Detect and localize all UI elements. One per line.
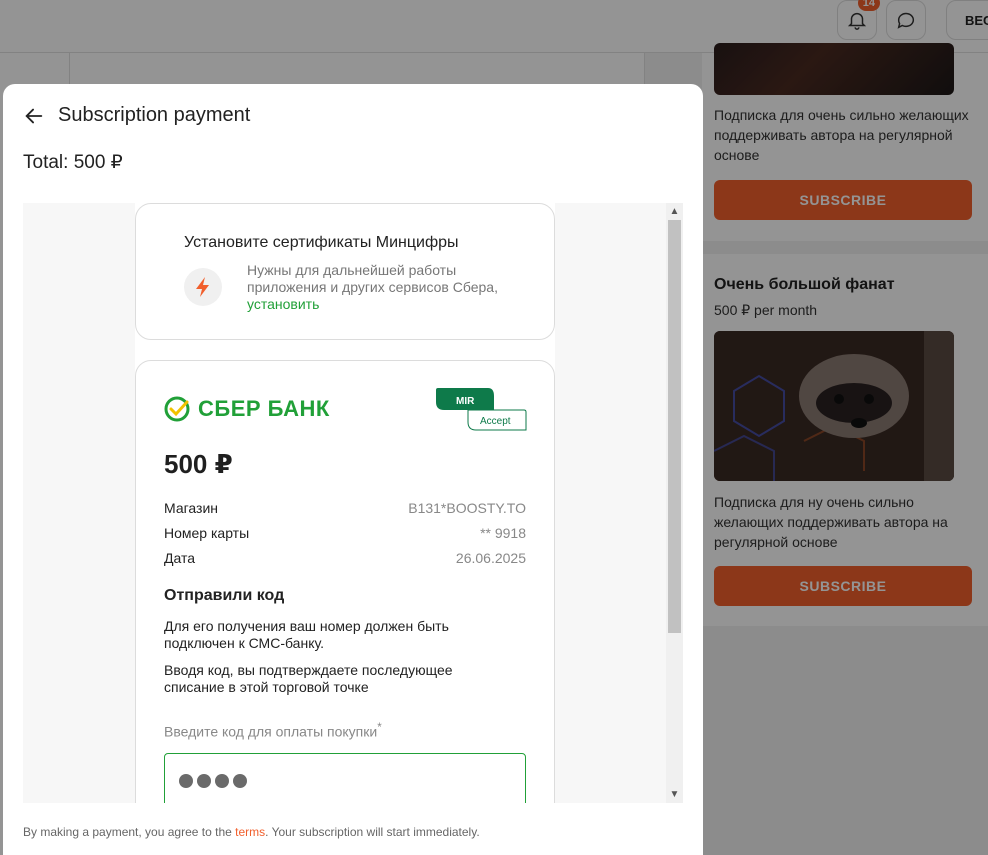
info-value: ** 9918 [480, 525, 526, 541]
code-info-text: Для его получения ваш номер должен быть … [164, 618, 449, 651]
code-dot [197, 774, 211, 788]
required-mark: * [377, 721, 382, 734]
subscription-payment-modal: Subscription payment Total: 500 ₽ Устано… [3, 84, 703, 855]
code-dot [179, 774, 193, 788]
info-label: Магазин [164, 500, 219, 516]
payment-card: СБЕР БАНК MIR Accept 500 ₽ Магазин B131*… [135, 360, 555, 803]
info-row-card: Номер карты ** 9918 [164, 525, 526, 541]
mir-text: MIR [456, 396, 475, 407]
info-row-date: Дата 26.06.2025 [164, 550, 526, 566]
info-value: 26.06.2025 [455, 550, 526, 566]
code-input-label-text: Введите код для оплаты покупки [164, 723, 378, 740]
info-row-store: Магазин B131*BOOSTY.TO [164, 500, 526, 516]
iframe-scrollbar[interactable]: ▲ ▼ [666, 203, 683, 803]
modal-header: Subscription payment [23, 104, 250, 127]
code-confirm-text: Вводя код, вы подтверждаете последующее … [164, 662, 453, 695]
terms-link[interactable]: terms [235, 825, 265, 839]
sber-logo: СБЕР БАНК [164, 396, 330, 422]
payment-amount: 500 ₽ [164, 449, 233, 479]
modal-title: Subscription payment [58, 104, 251, 126]
sms-code-input[interactable]: •••• [164, 753, 526, 803]
certificate-text-body: Нужны для дальнейшей работы приложения и… [247, 262, 498, 295]
payment-terms-note: By making a payment, you agree to the te… [23, 825, 480, 839]
sber-logo-text: СБЕР БАНК [198, 396, 330, 421]
code-input-label: Введите код для оплаты покупки* [164, 721, 382, 740]
sber-check-logo-icon [164, 396, 190, 422]
code-sent-title: Отправили код [164, 587, 285, 604]
total-amount: Total: 500 ₽ [23, 152, 123, 173]
code-dot [215, 774, 229, 788]
scroll-up-icon[interactable]: ▲ [666, 203, 683, 220]
info-value: B131*BOOSTY.TO [408, 500, 526, 516]
sber-payment-page: Установите сертификаты Минцифры Нужны дл… [135, 203, 555, 803]
payment-iframe[interactable]: Установите сертификаты Минцифры Нужны дл… [23, 203, 683, 803]
accept-text: Accept [480, 416, 511, 427]
terms-suffix: . Your subscription will start immediate… [265, 825, 480, 839]
install-certificate-link[interactable]: установить [247, 296, 319, 312]
terms-prefix: By making a payment, you agree to the [23, 825, 236, 839]
scroll-down-icon[interactable]: ▼ [666, 786, 683, 803]
certificate-text: Нужны для дальнейшей работы приложения и… [247, 262, 517, 313]
certificate-notice: Установите сертификаты Минцифры Нужны дл… [135, 203, 555, 340]
info-label: Номер карты [164, 525, 250, 541]
info-label: Дата [164, 550, 196, 566]
lightning-icon [184, 268, 222, 306]
iframe-content: Установите сертификаты Минцифры Нужны дл… [23, 203, 666, 803]
certificate-title: Установите сертификаты Минцифры [184, 234, 459, 251]
arrow-left-icon[interactable] [23, 105, 45, 127]
scrollbar-thumb[interactable] [668, 220, 681, 633]
mir-accept-badge-icon: MIR Accept [436, 388, 527, 431]
code-dot [233, 774, 247, 788]
